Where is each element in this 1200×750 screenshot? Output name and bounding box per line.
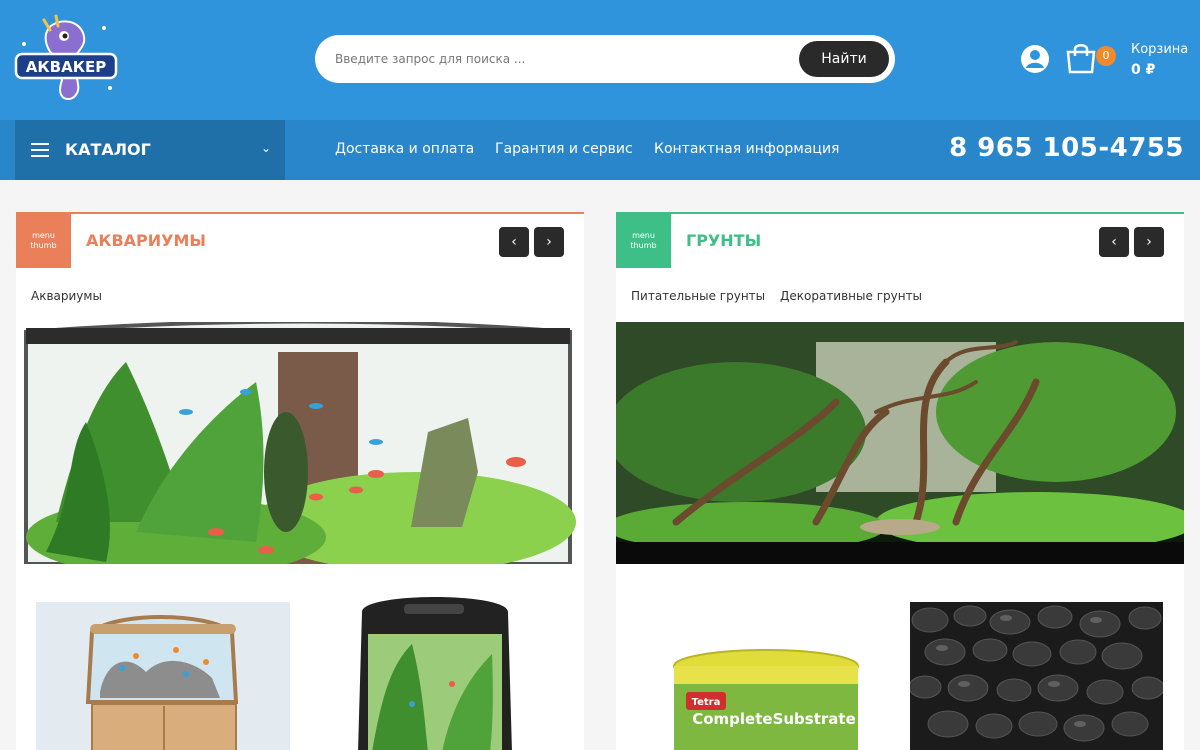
chevron-down-icon: ⌄: [260, 141, 271, 155]
category-panel-aquariums: menu thumb АКВАРИУМЫ ‹ › Аквариумы: [16, 212, 584, 750]
product-cabinet-aquarium[interactable]: [36, 602, 290, 750]
product-brand-text: Tetra: [692, 697, 721, 708]
nav-link-delivery[interactable]: Доставка и оплата: [335, 141, 474, 157]
subcategory-link[interactable]: Аквариумы: [31, 289, 102, 303]
search-bar: Найти: [315, 35, 895, 83]
panel-title[interactable]: ГРУНТЫ: [686, 231, 761, 250]
arrow-left-icon[interactable]: ‹: [1099, 227, 1129, 257]
cart-icon[interactable]: [1064, 42, 1098, 74]
arrow-left-icon[interactable]: ‹: [499, 227, 529, 257]
banner-image[interactable]: [616, 322, 1184, 564]
banner-image[interactable]: [16, 322, 584, 564]
user-icon[interactable]: [1020, 44, 1050, 74]
phone-number[interactable]: 8 965 105-4755: [949, 133, 1184, 163]
menu-thumb: menu thumb: [16, 214, 71, 268]
panel-title[interactable]: АКВАРИУМЫ: [86, 231, 206, 250]
logo[interactable]: АКВАКЕР: [14, 14, 118, 106]
arrow-right-icon[interactable]: ›: [534, 227, 564, 257]
search-button[interactable]: Найти: [799, 41, 889, 77]
product-black-pebbles[interactable]: [910, 602, 1163, 750]
catalog-button[interactable]: КАТАЛОГ ⌄: [15, 120, 285, 180]
product-black-aquarium[interactable]: [332, 584, 538, 750]
product-name-text: CompleteSubstrate: [692, 710, 856, 728]
cart-count-badge: 0: [1096, 46, 1116, 66]
cart-label[interactable]: Корзина: [1131, 42, 1188, 57]
nav-link-contacts[interactable]: Контактная информация: [654, 141, 839, 157]
logo-text: АКВАКЕР: [26, 58, 106, 76]
category-panel-substrates: menu thumb ГРУНТЫ ‹ › Питательные грунты …: [616, 212, 1184, 750]
menu-icon: [31, 143, 49, 157]
catalog-label: КАТАЛОГ: [65, 140, 151, 159]
cart-sum: 0 ₽: [1131, 62, 1156, 78]
nav-link-warranty[interactable]: Гарантия и сервис: [495, 141, 633, 157]
main-nav: КАТАЛОГ ⌄ Доставка и оплата Гарантия и с…: [0, 120, 1200, 180]
search-input[interactable]: [335, 35, 805, 83]
arrow-right-icon[interactable]: ›: [1134, 227, 1164, 257]
header: АКВАКЕР Найти 0 Корзина 0 ₽: [0, 0, 1200, 120]
subcategory-link[interactable]: Питательные грунты: [631, 289, 765, 303]
subcategory-link[interactable]: Декоративные грунты: [780, 289, 922, 303]
product-tetra-substrate[interactable]: Tetra CompleteSubstrate: [656, 644, 876, 750]
menu-thumb: menu thumb: [616, 214, 671, 268]
